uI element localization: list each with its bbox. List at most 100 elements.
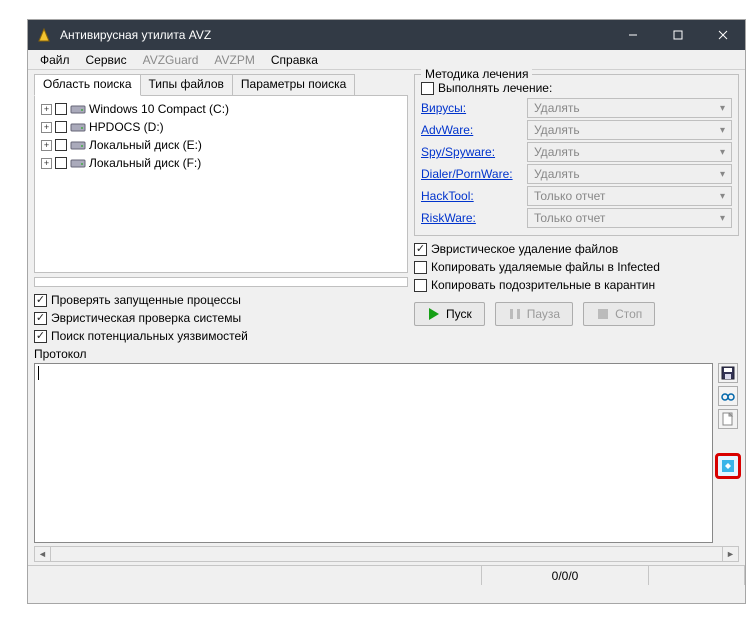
drive-label: HPDOCS (D:) — [89, 120, 164, 134]
close-button[interactable] — [700, 20, 745, 50]
expand-icon[interactable]: + — [41, 158, 52, 169]
drive-checkbox[interactable] — [55, 157, 67, 169]
check-label: Проверять запущенные процессы — [51, 293, 241, 307]
link-viruses[interactable]: Вирусы: — [421, 101, 521, 115]
check-label: Копировать подозрительные в карантин — [431, 278, 655, 292]
perform-label: Выполнять лечение: — [438, 81, 552, 95]
checkbox-icon[interactable] — [34, 330, 47, 343]
treatment-legend: Методика лечения — [421, 67, 532, 81]
drive-tree[interactable]: + Windows 10 Compact (C:) + HPDOCS (D:) … — [34, 95, 408, 273]
button-row: Пуск Пауза Стоп — [414, 302, 739, 326]
check-heur-delete[interactable]: Эвристическое удаление файлов — [414, 240, 739, 258]
check-vulnerabilities[interactable]: Поиск потенциальных уязвимостей — [34, 327, 408, 345]
treat-row-riskware: RiskWare: Только отчет▾ — [421, 207, 732, 229]
check-copy-infected[interactable]: Копировать удаляемые файлы в Infected — [414, 258, 739, 276]
pause-button[interactable]: Пауза — [495, 302, 573, 326]
treat-row-dialer: Dialer/PornWare: Удалять▾ — [421, 163, 732, 185]
scroll-left-icon[interactable]: ◄ — [35, 547, 51, 561]
maximize-button[interactable] — [655, 20, 700, 50]
app-window: Антивирусная утилита AVZ Файл Сервис AVZ… — [27, 19, 746, 604]
check-running-processes[interactable]: Проверять запущенные процессы — [34, 291, 408, 309]
chevron-down-icon: ▾ — [720, 125, 725, 136]
menubar: Файл Сервис AVZGuard AVZPM Справка — [28, 50, 745, 70]
drive-checkbox[interactable] — [55, 121, 67, 133]
drive-label: Локальный диск (F:) — [89, 156, 201, 170]
left-pane: Область поиска Типы файлов Параметры пои… — [34, 74, 408, 345]
scroll-track[interactable] — [51, 547, 722, 561]
drive-checkbox[interactable] — [55, 139, 67, 151]
drive-checkbox[interactable] — [55, 103, 67, 115]
minimize-button[interactable] — [610, 20, 655, 50]
right-checks: Эвристическое удаление файлов Копировать… — [414, 240, 739, 294]
document-icon[interactable] — [718, 409, 738, 429]
combo-spyware[interactable]: Удалять▾ — [527, 142, 732, 162]
combo-hacktool[interactable]: Только отчет▾ — [527, 186, 732, 206]
protocol-side-toolbar — [717, 363, 739, 543]
status-counters: 0/0/0 — [482, 566, 649, 585]
right-pane: Методика лечения Выполнять лечение: Виру… — [414, 74, 739, 345]
status-cell-3 — [649, 566, 745, 585]
link-riskware[interactable]: RiskWare: — [421, 211, 521, 225]
tab-scan-area[interactable]: Область поиска — [34, 74, 141, 96]
link-spyware[interactable]: Spy/Spyware: — [421, 145, 521, 159]
link-hacktool[interactable]: HackTool: — [421, 189, 521, 203]
protocol-hscroll[interactable]: ◄ ► — [34, 546, 739, 562]
drive-icon — [70, 157, 86, 169]
progress-bar — [34, 277, 408, 287]
checkbox-icon[interactable] — [414, 261, 427, 274]
treat-row-spyware: Spy/Spyware: Удалять▾ — [421, 141, 732, 163]
expand-icon[interactable]: + — [41, 104, 52, 115]
pause-icon — [508, 307, 522, 321]
checkbox-icon[interactable] — [34, 294, 47, 307]
tree-row[interactable]: + Windows 10 Compact (C:) — [39, 100, 403, 118]
chevron-down-icon: ▾ — [720, 169, 725, 180]
tree-row[interactable]: + Локальный диск (F:) — [39, 154, 403, 172]
highlighted-tool-icon[interactable] — [715, 453, 741, 479]
protocol-textarea[interactable] — [34, 363, 713, 543]
combo-dialer[interactable]: Удалять▾ — [527, 164, 732, 184]
check-heuristic-system[interactable]: Эвристическая проверка системы — [34, 309, 408, 327]
protocol-label: Протокол — [28, 345, 745, 361]
check-label: Эвристическая проверка системы — [51, 311, 241, 325]
checkbox-icon[interactable] — [421, 82, 434, 95]
menu-file[interactable]: Файл — [32, 51, 78, 69]
checkbox-icon[interactable] — [414, 243, 427, 256]
play-icon — [427, 307, 441, 321]
perform-treatment[interactable]: Выполнять лечение: — [421, 79, 732, 97]
link-dialer[interactable]: Dialer/PornWare: — [421, 167, 521, 181]
drive-icon — [70, 121, 86, 133]
window-title: Антивирусная утилита AVZ — [60, 28, 610, 42]
drive-icon — [70, 139, 86, 151]
menu-avzpm[interactable]: AVZPM — [206, 51, 262, 69]
treat-row-advware: AdvWare: Удалять▾ — [421, 119, 732, 141]
menu-service[interactable]: Сервис — [78, 51, 135, 69]
expand-icon[interactable]: + — [41, 140, 52, 151]
check-label: Эвристическое удаление файлов — [431, 242, 618, 256]
menu-help[interactable]: Справка — [263, 51, 326, 69]
stop-button[interactable]: Стоп — [583, 302, 655, 326]
check-label: Копировать удаляемые файлы в Infected — [431, 260, 660, 274]
app-icon — [36, 27, 52, 43]
tab-file-types[interactable]: Типы файлов — [140, 74, 233, 96]
save-icon[interactable] — [718, 363, 738, 383]
glasses-icon[interactable] — [718, 386, 738, 406]
status-cell-1 — [28, 566, 482, 585]
checkbox-icon[interactable] — [34, 312, 47, 325]
combo-advware[interactable]: Удалять▾ — [527, 120, 732, 140]
start-button[interactable]: Пуск — [414, 302, 485, 326]
checkbox-icon[interactable] — [414, 279, 427, 292]
combo-viruses[interactable]: Удалять▾ — [527, 98, 732, 118]
titlebar: Антивирусная утилита AVZ — [28, 20, 745, 50]
chevron-down-icon: ▾ — [720, 213, 725, 224]
tree-row[interactable]: + HPDOCS (D:) — [39, 118, 403, 136]
tree-row[interactable]: + Локальный диск (E:) — [39, 136, 403, 154]
expand-icon[interactable]: + — [41, 122, 52, 133]
combo-riskware[interactable]: Только отчет▾ — [527, 208, 732, 228]
link-advware[interactable]: AdvWare: — [421, 123, 521, 137]
tab-scan-params[interactable]: Параметры поиска — [232, 74, 355, 96]
check-copy-quarantine[interactable]: Копировать подозрительные в карантин — [414, 276, 739, 294]
menu-avzguard[interactable]: AVZGuard — [135, 51, 207, 69]
scroll-right-icon[interactable]: ► — [722, 547, 738, 561]
chevron-down-icon: ▾ — [720, 147, 725, 158]
drive-label: Windows 10 Compact (C:) — [89, 102, 229, 116]
